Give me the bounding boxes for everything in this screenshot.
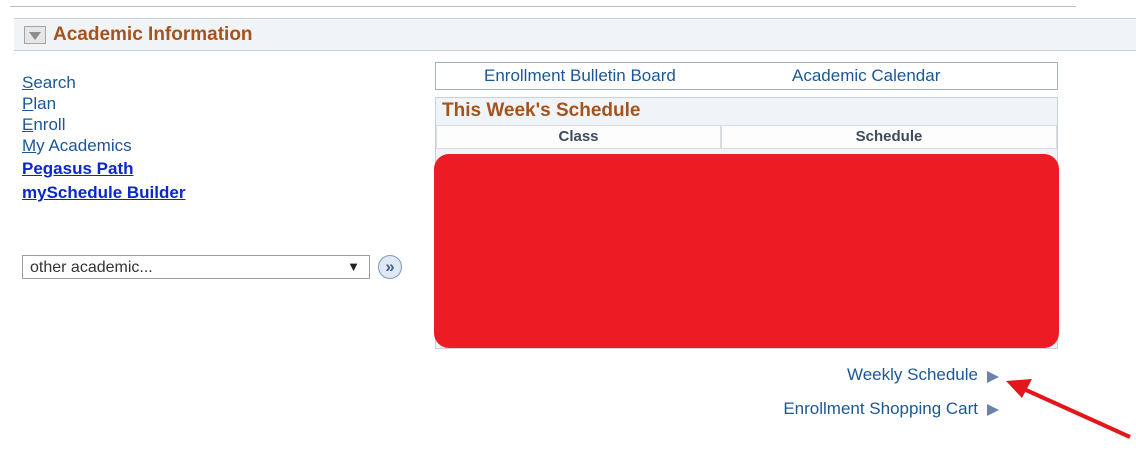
annotation-arrow-shaft bbox=[1025, 388, 1131, 439]
annotation-arrow bbox=[1006, 379, 1131, 439]
annotation-arrow-head bbox=[1006, 379, 1032, 398]
